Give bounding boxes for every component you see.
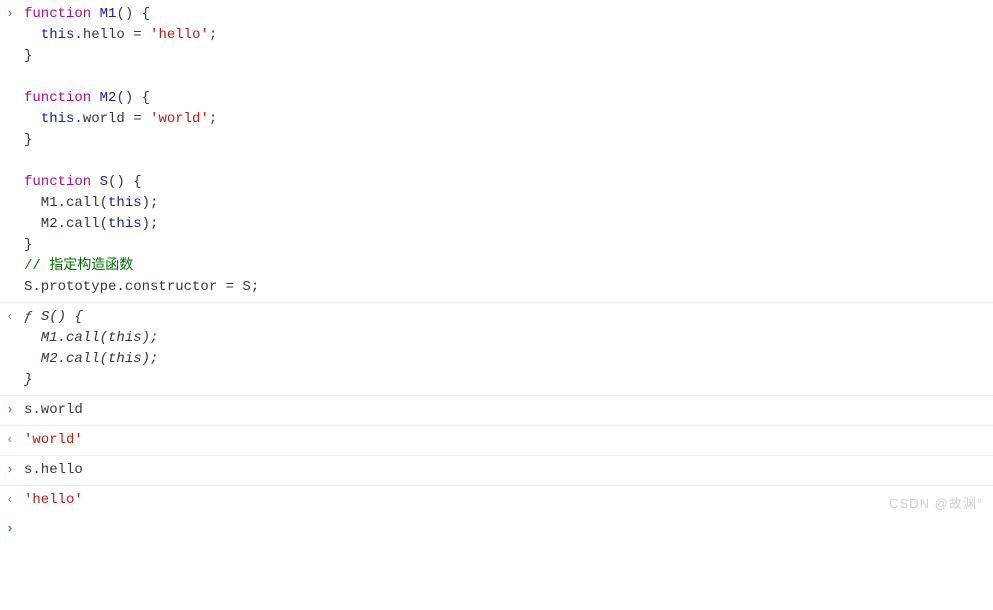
watermark-text: CSDN @故渊° — [889, 494, 983, 514]
console-output: › function M1() { this.hello = 'hello'; }… — [0, 0, 993, 515]
console-input-entry: › function M1() { this.hello = 'hello'; }… — [0, 0, 993, 303]
code-content: s.hello — [24, 460, 83, 481]
console-prompt-row[interactable]: › — [0, 515, 993, 523]
code-content: function M1() { this.hello = 'hello'; } … — [24, 4, 259, 298]
code-content: s.world — [24, 400, 83, 421]
output-marker-icon: ‹ — [6, 307, 14, 327]
console-output-entry: ‹ 'hello' — [0, 486, 993, 515]
code-content: 'world' — [24, 430, 83, 451]
console-output-entry: ‹ 'world' — [0, 426, 993, 456]
console-input-entry: › s.world — [0, 396, 993, 426]
code-content: ƒ S() { M1.call(this); M2.call(this); } — [24, 307, 158, 391]
console-output-entry: ‹ ƒ S() { M1.call(this); M2.call(this); } — [0, 303, 993, 396]
input-marker-icon: › — [6, 400, 14, 420]
prompt-marker-icon: › — [6, 519, 14, 539]
output-marker-icon: ‹ — [6, 490, 14, 510]
code-content: 'hello' — [24, 490, 83, 511]
output-marker-icon: ‹ — [6, 430, 14, 450]
input-marker-icon: › — [6, 4, 14, 24]
input-marker-icon: › — [6, 460, 14, 480]
console-input-entry: › s.hello — [0, 456, 993, 486]
